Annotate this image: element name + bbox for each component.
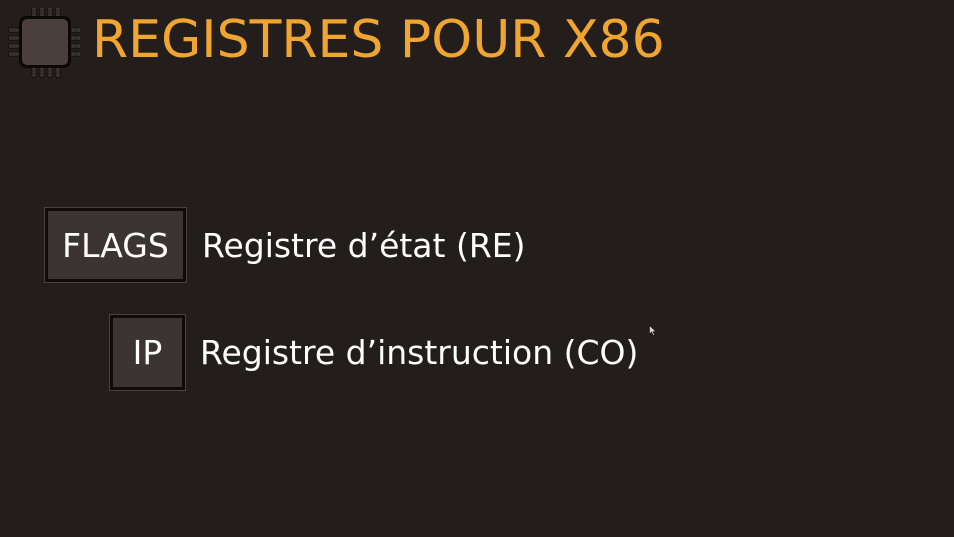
register-box-flags: FLAGS bbox=[45, 208, 186, 282]
mouse-cursor-icon bbox=[649, 325, 657, 336]
slide: REGISTRES POUR X86 FLAGS Registre d’état… bbox=[0, 0, 954, 537]
page-title: REGISTRES POUR X86 bbox=[92, 10, 665, 70]
register-description-flags: Registre d’état (RE) bbox=[202, 226, 526, 265]
register-box-ip: IP bbox=[110, 315, 185, 390]
register-description-ip: Registre d’instruction (CO) bbox=[200, 333, 639, 372]
cpu-chip-icon bbox=[8, 6, 82, 78]
